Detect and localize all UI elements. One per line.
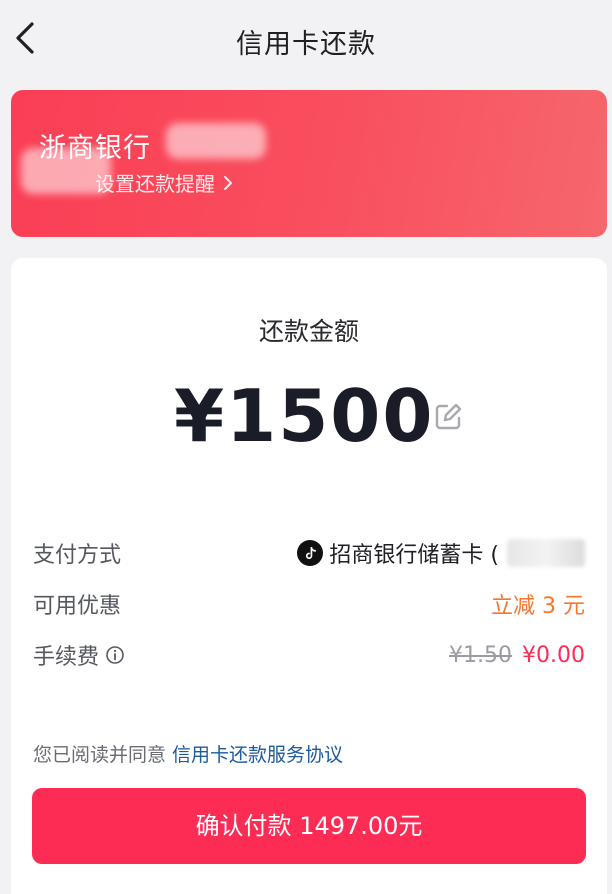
fee-label: 手续费 — [33, 645, 100, 670]
confirm-payment-button[interactable]: 确认付款 1497.00元 — [32, 788, 586, 864]
fee-row: 手续费 ¥1.50 ¥0.00 — [33, 638, 585, 672]
original-fee: ¥1.50 — [449, 642, 513, 668]
header: 信用卡还款 — [0, 0, 612, 80]
payment-method-row[interactable]: 支付方式 招商银行储蓄卡 ( — [33, 536, 585, 570]
discount-value[interactable]: 立减 3 元 — [491, 587, 585, 621]
agreement-text: 您已阅读并同意 信用卡还款服务协议 — [33, 740, 343, 767]
repayment-amount: ¥1500 — [174, 374, 435, 458]
edit-icon[interactable] — [433, 402, 463, 432]
fee-values: ¥1.50 ¥0.00 — [449, 638, 585, 672]
amount-label: 还款金额 — [258, 317, 359, 346]
page-title: 信用卡还款 — [236, 29, 376, 60]
payment-method-value[interactable]: 招商银行储蓄卡 ( — [297, 536, 585, 570]
discount-label: 可用优惠 — [33, 594, 122, 619]
chevron-right-icon — [224, 175, 232, 190]
bank-card: 浙商银行 设置还款提醒 — [11, 90, 607, 237]
fee-label-group: 手续费 — [33, 638, 125, 672]
discounted-fee: ¥0.00 — [522, 642, 585, 668]
agreement-prefix: 您已阅读并同意 — [33, 744, 167, 766]
discount-row[interactable]: 可用优惠 立减 3 元 — [33, 587, 585, 621]
set-reminder-label: 设置还款提醒 — [95, 172, 215, 196]
payment-panel: 还款金额 ¥1500 支付方式 招商银行储蓄卡 ( 可用优惠 立减 3 元 手续… — [11, 258, 607, 894]
masked-card-number — [166, 123, 266, 159]
payment-method-name: 招商银行储蓄卡 ( — [329, 543, 499, 568]
info-icon[interactable] — [105, 645, 125, 665]
masked-card-tail — [507, 539, 585, 567]
amount-row: ¥1500 — [11, 376, 607, 456]
douyin-icon — [297, 540, 324, 566]
set-reminder-link[interactable]: 设置还款提醒 — [95, 168, 233, 197]
agreement-link[interactable]: 信用卡还款服务协议 — [172, 744, 343, 766]
payment-method-label: 支付方式 — [33, 543, 122, 568]
credit-card-repayment-page: 信用卡还款 浙商银行 设置还款提醒 还款金额 ¥1500 支付方式 — [0, 0, 612, 894]
